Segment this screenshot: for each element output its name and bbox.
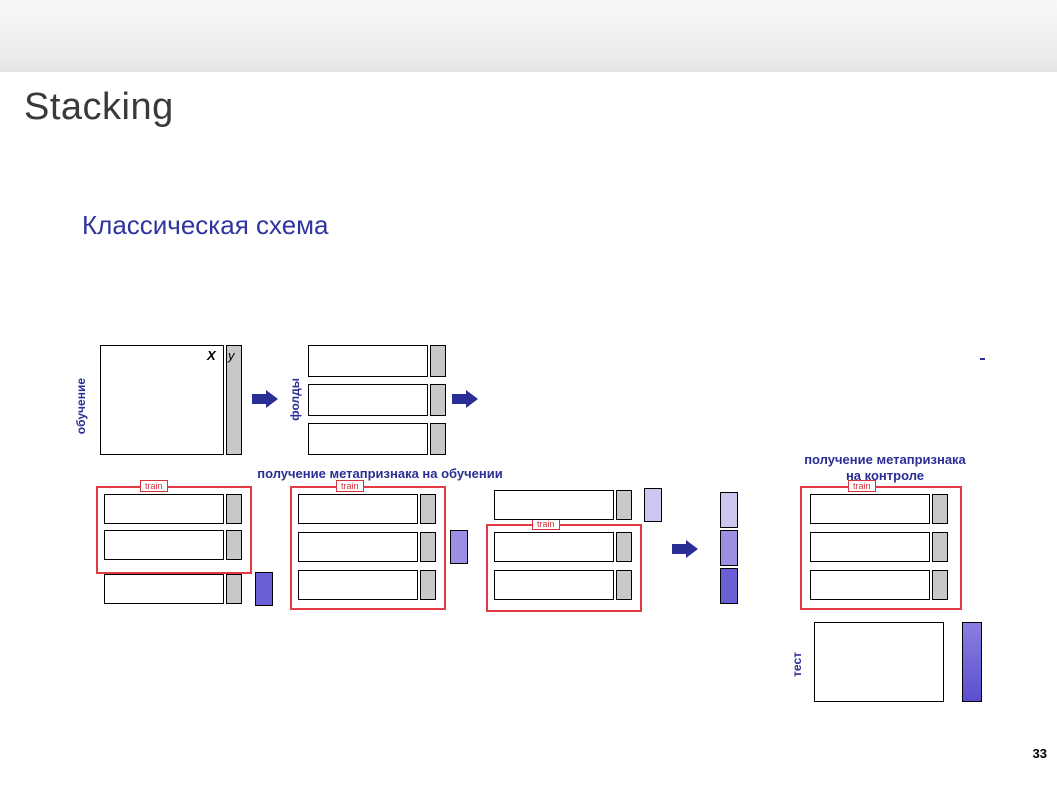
- train-tag-4: train: [848, 480, 876, 492]
- label-training-vertical: обучение: [74, 378, 88, 434]
- arrow-right-icon-3: [672, 540, 698, 558]
- g2-y1: [420, 494, 436, 524]
- decorative-tick: [980, 358, 985, 360]
- g2-row1: [298, 494, 418, 524]
- caption-train-meta: получение метапризнака на обучении: [220, 466, 540, 481]
- t-y1: [932, 494, 948, 524]
- g2-pred-chip: [450, 530, 468, 564]
- x-label: X: [207, 348, 216, 363]
- t-row3: [810, 570, 930, 600]
- t-row1: [810, 494, 930, 524]
- g3-row3: [494, 570, 614, 600]
- g1-y2: [226, 530, 242, 560]
- arrow-right-icon-2: [452, 390, 478, 408]
- pred-col-3: [720, 568, 738, 604]
- g2-row3: [298, 570, 418, 600]
- g3-y3: [616, 570, 632, 600]
- header-band: [0, 0, 1057, 72]
- caption-test-meta-2: на контроле: [780, 468, 990, 483]
- fold-y-1: [430, 345, 446, 377]
- t-y3: [932, 570, 948, 600]
- g3-pred-chip: [644, 488, 662, 522]
- g1-row1: [104, 494, 224, 524]
- pred-col-2: [720, 530, 738, 566]
- label-test-vertical: тест: [790, 652, 804, 677]
- g3-row1-holdout: [494, 490, 614, 520]
- caption-test-meta-1: получение метапризнака: [780, 452, 990, 467]
- fold-y-2: [430, 384, 446, 416]
- page-number: 33: [1033, 746, 1047, 761]
- g1-y1: [226, 494, 242, 524]
- train-x-block: [100, 345, 224, 455]
- slide-subtitle: Классическая схема: [82, 210, 329, 241]
- g3-y2: [616, 532, 632, 562]
- arrow-right-icon: [252, 390, 278, 408]
- t-row2: [810, 532, 930, 562]
- g1-pred-chip: [255, 572, 273, 606]
- g2-y3: [420, 570, 436, 600]
- y-label: y: [228, 348, 235, 363]
- g2-row2-holdout: [298, 532, 418, 562]
- g3-y1: [616, 490, 632, 520]
- test-pred-column: [962, 622, 982, 702]
- train-tag-1: train: [140, 480, 168, 492]
- pred-col-1: [720, 492, 738, 528]
- label-folds-vertical: фолды: [288, 378, 302, 421]
- g1-y3: [226, 574, 242, 604]
- slide-title: Stacking: [24, 86, 174, 129]
- g1-row2: [104, 530, 224, 560]
- test-x-block: [814, 622, 944, 702]
- g3-row2: [494, 532, 614, 562]
- g1-row3-holdout: [104, 574, 224, 604]
- fold-y-3: [430, 423, 446, 455]
- t-y2: [932, 532, 948, 562]
- g2-y2: [420, 532, 436, 562]
- fold-row-1: [308, 345, 428, 377]
- fold-row-3: [308, 423, 428, 455]
- train-tag-2: train: [336, 480, 364, 492]
- fold-row-2: [308, 384, 428, 416]
